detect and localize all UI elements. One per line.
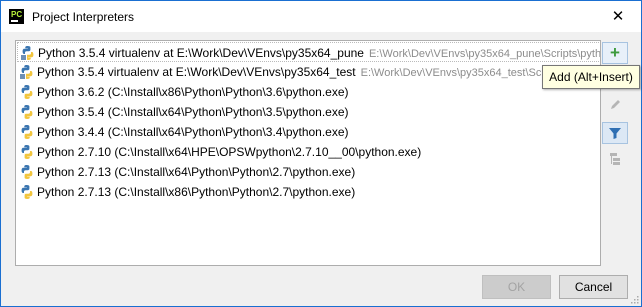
interpreter-path: E:\Work\Dev\VEnvs\py35x64_test\Scrip — [360, 67, 554, 79]
python-icon — [21, 85, 33, 99]
add-tooltip: Add (Alt+Insert) — [542, 65, 640, 89]
ok-button[interactable]: OK — [482, 275, 551, 299]
interpreter-name: Python 2.7.13 (C:\Install\x64\Python\Pyt… — [37, 165, 356, 179]
cancel-button[interactable]: Cancel — [559, 275, 628, 299]
add-interpreter-button[interactable]: + — [602, 42, 628, 64]
interpreter-item[interactable]: Python 2.7.10 (C:\Install\x64\HPE\OPSWpy… — [17, 142, 600, 162]
filter-icon — [609, 128, 621, 139]
interpreter-item[interactable]: Python 3.6.2 (C:\Install\x86\Python\Pyth… — [17, 82, 600, 102]
interpreter-item[interactable]: Python 3.5.4 (C:\Install\x64\Python\Pyth… — [17, 102, 600, 122]
plus-icon: + — [610, 43, 620, 62]
interpreter-item[interactable]: Python 2.7.13 (C:\Install\x86\Python\Pyt… — [17, 182, 600, 202]
interpreter-name: Python 2.7.13 (C:\Install\x86\Python\Pyt… — [37, 185, 356, 199]
interpreter-item[interactable]: Python 3.5.4 virtualenv at E:\Work\Dev\V… — [17, 62, 600, 82]
pycharm-logo-icon: PC — [9, 9, 24, 24]
title-bar[interactable]: PC Project Interpreters ✕ — [1, 1, 641, 32]
interpreter-item[interactable]: Python 3.4.4 (C:\Install\x64\Python\Pyth… — [17, 122, 600, 142]
project-interpreters-dialog: PC Project Interpreters ✕ Python 3.5.4 v… — [0, 0, 642, 307]
interpreter-item[interactable]: Python 3.5.4 virtualenv at E:\Work\Dev\V… — [17, 42, 601, 62]
python-venv-icon — [19, 65, 33, 80]
edit-interpreter-button[interactable] — [602, 94, 628, 116]
interpreter-name: Python 3.5.4 virtualenv at E:\Work\Dev\V… — [38, 46, 364, 60]
filter-button[interactable] — [602, 122, 628, 144]
python-venv-icon — [20, 46, 34, 61]
python-icon — [21, 145, 33, 159]
interpreter-name: Python 3.5.4 (C:\Install\x64\Python\Pyth… — [37, 105, 349, 119]
interpreter-name: Python 3.5.4 virtualenv at E:\Work\Dev\V… — [37, 65, 356, 79]
python-icon — [21, 105, 33, 119]
python-icon — [21, 125, 33, 139]
tree-structure-icon — [610, 153, 620, 165]
resize-grip-icon[interactable] — [629, 294, 639, 304]
show-paths-button[interactable] — [602, 148, 628, 170]
interpreter-path: E:\Work\Dev\VEnvs\py35x64_pune\Scripts\p… — [368, 48, 601, 60]
interpreter-name: Python 2.7.10 (C:\Install\x64\HPE\OPSWpy… — [37, 145, 422, 159]
interpreter-list[interactable]: Python 3.5.4 virtualenv at E:\Work\Dev\V… — [15, 40, 601, 266]
interpreter-name: Python 3.6.2 (C:\Install\x86\Python\Pyth… — [37, 85, 349, 99]
window-title: Project Interpreters — [32, 10, 135, 24]
close-button[interactable]: ✕ — [595, 1, 641, 32]
interpreter-name: Python 3.4.4 (C:\Install\x64\Python\Pyth… — [37, 125, 349, 139]
interpreter-item[interactable]: Python 2.7.13 (C:\Install\x64\Python\Pyt… — [17, 162, 600, 182]
python-icon — [21, 185, 33, 199]
pencil-icon — [611, 100, 620, 109]
python-icon — [21, 165, 33, 179]
